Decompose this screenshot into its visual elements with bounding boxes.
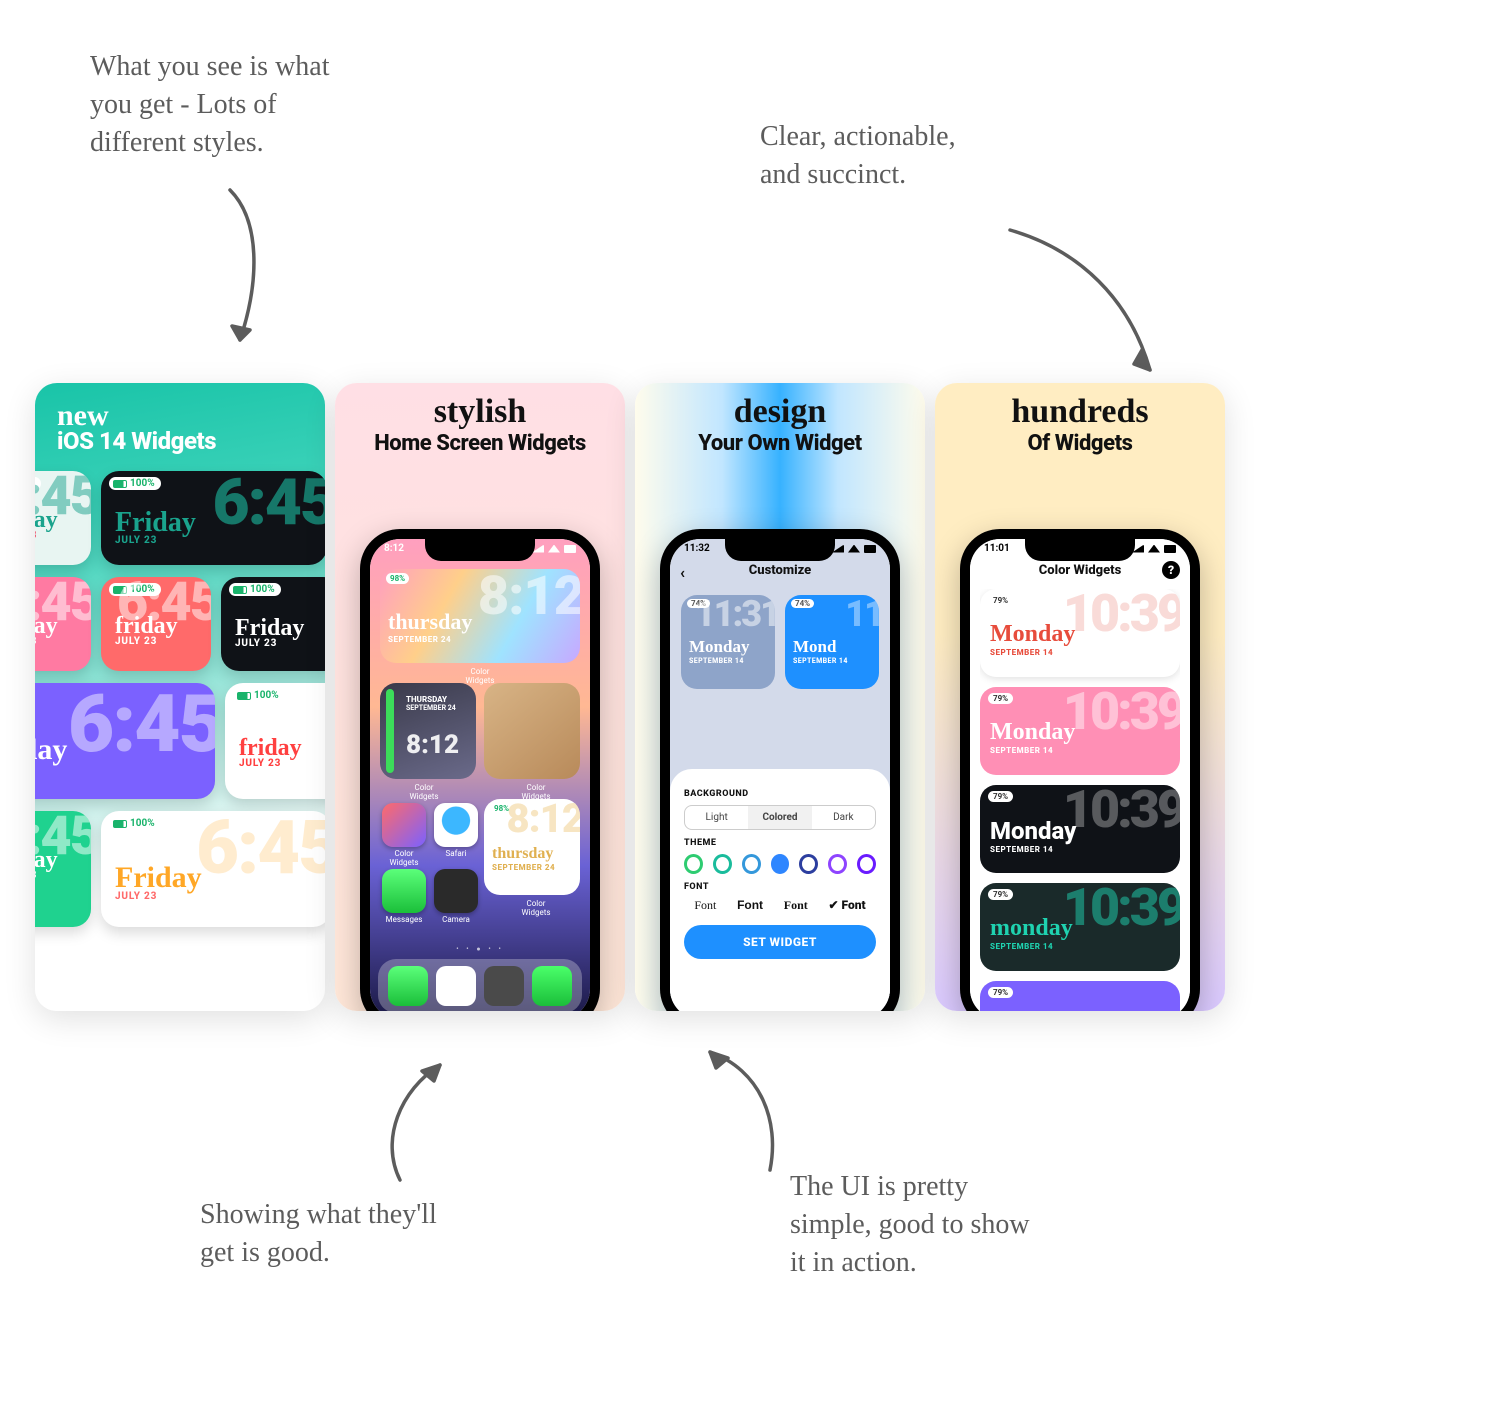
phone-mock: 11:32 ‹ Customize 74% 11:31 Monday SEPTE… <box>660 529 900 1011</box>
screen-title: Color Widgets <box>970 563 1190 578</box>
list-item[interactable]: 79% 10:39 monday SEPTEMBER 14 <box>980 883 1180 971</box>
widget-tile: 100% 6:45 friday JULY 23 <box>35 471 91 565</box>
notch <box>425 539 535 561</box>
screenshot-hundreds-widgets: hundreds Of Widgets 11:01 Color Widgets … <box>935 383 1225 1011</box>
screenshot-stylish-widgets: stylish Home Screen Widgets 8:12 98% 8:1… <box>335 383 625 1011</box>
phone-mock: 11:01 Color Widgets ? 79% 10:39 Monday S… <box>960 529 1200 1011</box>
list-item[interactable]: 79% 10:39 Monday SEPTEMBER 14 <box>980 785 1180 873</box>
note-bottom-left: Showing what they'll get is good. <box>200 1196 437 1272</box>
widget-tile: 6:45 friday JULY 23 <box>35 683 215 799</box>
arrow-bottom-left <box>370 1050 470 1190</box>
widget-tile: 100% 6:45 Friday JULY 23 <box>101 811 325 927</box>
widget-list[interactable]: 79% 10:39 Monday SEPTEMBER 14 79% 10:39 … <box>980 589 1180 1011</box>
shot2-subtitle: Home Screen Widgets <box>343 431 617 456</box>
widget-tile: 6:45 friday JULY 23 <box>35 811 91 927</box>
note-bottom-right: The UI is pretty simple, good to show it… <box>790 1168 1030 1281</box>
arrow-top-left <box>200 180 290 360</box>
customize-panel: BACKGROUND Light Colored Dark THEME <box>670 769 890 1011</box>
font-options[interactable]: Font Font Font Font <box>684 898 876 913</box>
home-widget: 98% 8:12 thursday SEPTEMBER 24 <box>380 569 580 663</box>
label-background: BACKGROUND <box>684 789 876 799</box>
screenshot-design-widget: design Your Own Widget 11:32 ‹ Customize… <box>635 383 925 1011</box>
list-item[interactable]: 79% 10:39 Monday SEPTEMBER 14 <box>980 589 1180 677</box>
widget-tile: 100% 6:45 friday JULY 23 <box>101 577 211 671</box>
home-widget-photo <box>484 683 580 779</box>
widget-preview-row: 74% 11:31 Monday SEPTEMBER 14 74% 11 Mon… <box>670 595 890 689</box>
status-time: 8:12 <box>384 543 404 554</box>
dock <box>378 959 582 1011</box>
notch <box>1025 539 1135 561</box>
widget-tile: 100% Friday JULY 23 <box>221 577 325 671</box>
status-time: 11:01 <box>984 543 1010 554</box>
list-item[interactable]: 79% 10:39 Monday SEPTEMBER 14 <box>980 687 1180 775</box>
notch <box>725 539 835 561</box>
label-theme: THEME <box>684 838 876 848</box>
note-top-right: Clear, actionable, and succinct. <box>760 118 956 194</box>
note-top-left: What you see is what you get - Lots of d… <box>90 48 330 161</box>
home-screen: 98% 8:12 thursday SEPTEMBER 24 Color Wid… <box>370 539 590 1011</box>
screenshot-new-widgets: new iOS 14 Widgets 100% 6:45 friday JULY… <box>35 383 325 1011</box>
home-widget: THURSDAY SEPTEMBER 24 8:12 <box>380 683 476 779</box>
shot2-script: stylish <box>343 395 617 429</box>
widget-tile: 100% friday JULY 23 <box>225 683 325 799</box>
theme-swatches[interactable] <box>684 854 876 874</box>
shot3-script: design <box>643 395 917 429</box>
shot4-script: hundreds <box>943 395 1217 429</box>
phone-mock: 8:12 98% 8:12 thursday SEPTEMBER 24 Colo… <box>360 529 600 1011</box>
widget-tile: 100% 6:45 Friday JULY 23 <box>101 471 325 565</box>
status-time: 11:32 <box>684 543 710 554</box>
help-icon[interactable]: ? <box>1162 561 1180 579</box>
home-widget: 98% 8:12 thursday SEPTEMBER 24 <box>484 799 580 895</box>
shot4-subtitle: Of Widgets <box>943 431 1217 456</box>
page-dots: • • ● • • <box>370 945 590 953</box>
background-segmented-control[interactable]: Light Colored Dark <box>684 805 876 830</box>
shot3-subtitle: Your Own Widget <box>643 431 917 456</box>
set-widget-button[interactable]: SET WIDGET <box>684 925 876 959</box>
label-font: FONT <box>684 882 876 892</box>
arrow-bottom-right <box>680 1040 790 1180</box>
arrow-top-right <box>1000 220 1170 390</box>
screen-title: Customize <box>670 563 890 578</box>
list-item[interactable]: 79% <box>980 981 1180 1011</box>
shot1-subtitle: iOS 14 Widgets <box>57 427 325 455</box>
widget-tile: 6:45 friday JULY 23 <box>35 577 91 671</box>
annotated-diagram: What you see is what you get - Lots of d… <box>0 0 1500 1407</box>
